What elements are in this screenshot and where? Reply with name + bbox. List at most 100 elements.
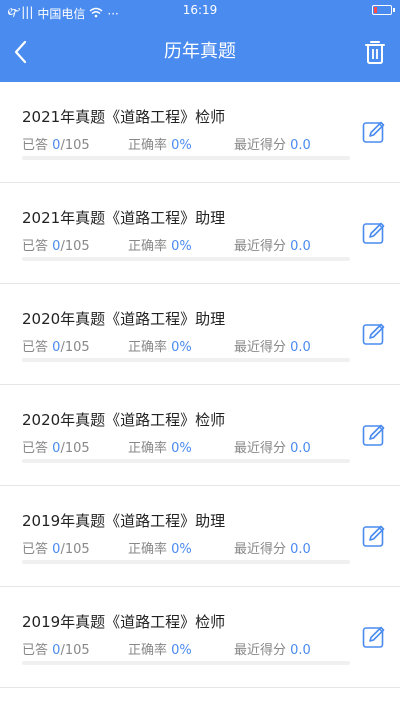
exam-stats: 已答 0/105 正确率 0% 最近得分 0.0 xyxy=(22,639,352,658)
score-stat: 最近得分 0.0 xyxy=(234,336,311,355)
exam-stats: 已答 0/105 正确率 0% 最近得分 0.0 xyxy=(22,134,352,153)
score-value: 0.0 xyxy=(290,138,311,153)
exam-title: 2021年真题《道路工程》检师 xyxy=(22,108,226,126)
edit-button[interactable] xyxy=(362,625,386,649)
answered-label: 已答 xyxy=(22,340,49,355)
answered-stat: 已答 0/105 xyxy=(22,639,90,658)
exam-row[interactable]: 2020年真题《道路工程》检师 已答 0/105 正确率 0% 最近得分 0.0 xyxy=(0,385,400,486)
status-time: 16:19 xyxy=(182,3,218,17)
score-stat: 最近得分 0.0 xyxy=(234,437,311,456)
score-label: 最近得分 xyxy=(234,138,287,153)
score-label: 最近得分 xyxy=(234,542,287,557)
exam-title: 2020年真题《道路工程》助理 xyxy=(22,310,226,328)
answered-stat: 已答 0/105 xyxy=(22,538,90,557)
total-count: /105 xyxy=(60,441,90,456)
accuracy-stat: 正确率 0% xyxy=(128,538,192,557)
accuracy-label: 正确率 xyxy=(128,441,168,456)
score-label: 最近得分 xyxy=(234,441,287,456)
accuracy-value: 0% xyxy=(171,138,192,153)
progress-track xyxy=(22,661,350,665)
accuracy-label: 正确率 xyxy=(128,239,168,254)
exam-list: 2021年真题《道路工程》检师 已答 0/105 正确率 0% 最近得分 0.0… xyxy=(0,82,400,688)
answered-stat: 已答 0/105 xyxy=(22,336,90,355)
progress-track xyxy=(22,560,350,564)
edit-icon xyxy=(362,626,385,648)
exam-row[interactable]: 2021年真题《道路工程》检师 已答 0/105 正确率 0% 最近得分 0.0 xyxy=(0,82,400,183)
exam-title: 2019年真题《道路工程》助理 xyxy=(22,512,226,530)
score-value: 0.0 xyxy=(290,239,311,254)
total-count: /105 xyxy=(60,340,90,355)
score-label: 最近得分 xyxy=(234,643,287,658)
accuracy-value: 0% xyxy=(171,239,192,254)
score-value: 0.0 xyxy=(290,340,311,355)
score-value: 0.0 xyxy=(290,643,311,658)
accuracy-stat: 正确率 0% xyxy=(128,639,192,658)
accuracy-value: 0% xyxy=(171,643,192,658)
trash-icon xyxy=(365,41,385,64)
back-button[interactable] xyxy=(8,38,36,66)
accuracy-stat: 正确率 0% xyxy=(128,235,192,254)
exam-title: 2020年真题《道路工程》检师 xyxy=(22,411,226,429)
exam-row[interactable]: 2020年真题《道路工程》助理 已答 0/105 正确率 0% 最近得分 0.0 xyxy=(0,284,400,385)
exam-stats: 已答 0/105 正确率 0% 最近得分 0.0 xyxy=(22,437,352,456)
edit-icon xyxy=(362,222,385,244)
delete-button[interactable] xyxy=(362,38,388,66)
accuracy-label: 正确率 xyxy=(128,138,168,153)
exam-row[interactable]: 2019年真题《道路工程》检师 已答 0/105 正确率 0% 最近得分 0.0 xyxy=(0,587,400,688)
progress-track xyxy=(22,156,350,160)
edit-icon xyxy=(362,323,385,345)
edit-button[interactable] xyxy=(362,120,386,144)
exam-stats: 已答 0/105 正确率 0% 最近得分 0.0 xyxy=(22,538,352,557)
exam-stats: 已答 0/105 正确率 0% 最近得分 0.0 xyxy=(22,336,352,355)
edit-icon xyxy=(362,424,385,446)
answered-stat: 已答 0/105 xyxy=(22,134,90,153)
score-stat: 最近得分 0.0 xyxy=(234,538,311,557)
exam-title: 2021年真题《道路工程》助理 xyxy=(22,209,226,227)
exam-row[interactable]: 2019年真题《道路工程》助理 已答 0/105 正确率 0% 最近得分 0.0 xyxy=(0,486,400,587)
progress-track xyxy=(22,358,350,362)
progress-track xyxy=(22,257,350,261)
total-count: /105 xyxy=(60,542,90,557)
answered-label: 已答 xyxy=(22,542,49,557)
accuracy-value: 0% xyxy=(171,542,192,557)
edit-button[interactable] xyxy=(362,423,386,447)
accuracy-value: 0% xyxy=(171,441,192,456)
answered-stat: 已答 0/105 xyxy=(22,437,90,456)
score-stat: 最近得分 0.0 xyxy=(234,134,311,153)
back-arrow-icon xyxy=(14,40,27,64)
accuracy-label: 正确率 xyxy=(128,643,168,658)
score-label: 最近得分 xyxy=(234,239,287,254)
score-value: 0.0 xyxy=(290,441,311,456)
answered-stat: 已答 0/105 xyxy=(22,235,90,254)
edit-button[interactable] xyxy=(362,221,386,245)
accuracy-label: 正确率 xyxy=(128,340,168,355)
page-title: 历年真题 xyxy=(164,41,236,62)
answered-label: 已答 xyxy=(22,138,49,153)
status-bar: 🙰||| 中国电信 ··· 16:19 xyxy=(0,0,400,22)
edit-button[interactable] xyxy=(362,322,386,346)
accuracy-stat: 正确率 0% xyxy=(128,336,192,355)
exam-row[interactable]: 2021年真题《道路工程》助理 已答 0/105 正确率 0% 最近得分 0.0 xyxy=(0,183,400,284)
score-value: 0.0 xyxy=(290,542,311,557)
progress-track xyxy=(22,459,350,463)
score-stat: 最近得分 0.0 xyxy=(234,235,311,254)
answered-label: 已答 xyxy=(22,441,49,456)
accuracy-label: 正确率 xyxy=(128,542,168,557)
total-count: /105 xyxy=(60,239,90,254)
accuracy-value: 0% xyxy=(171,340,192,355)
edit-icon xyxy=(362,121,385,143)
edit-button[interactable] xyxy=(362,524,386,548)
total-count: /105 xyxy=(60,643,90,658)
answered-label: 已答 xyxy=(22,643,49,658)
score-stat: 最近得分 0.0 xyxy=(234,639,311,658)
total-count: /105 xyxy=(60,138,90,153)
exam-title: 2019年真题《道路工程》检师 xyxy=(22,613,226,631)
battery-icon xyxy=(372,5,395,15)
accuracy-stat: 正确率 0% xyxy=(128,134,192,153)
accuracy-stat: 正确率 0% xyxy=(128,437,192,456)
answered-label: 已答 xyxy=(22,239,49,254)
score-label: 最近得分 xyxy=(234,340,287,355)
edit-icon xyxy=(362,525,385,547)
exam-stats: 已答 0/105 正确率 0% 最近得分 0.0 xyxy=(22,235,352,254)
nav-bar: 历年真题 xyxy=(0,22,400,82)
